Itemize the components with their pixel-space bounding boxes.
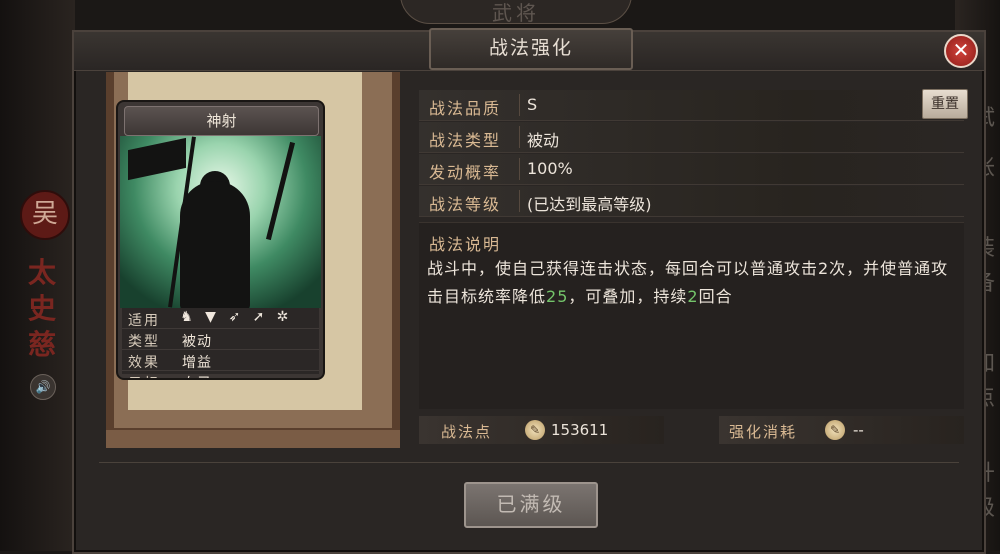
info-value: (已达到最高等级): [527, 195, 652, 214]
stat-label: 类型: [128, 334, 160, 350]
general-name: 太史慈: [27, 256, 56, 361]
info-separator: [519, 158, 520, 180]
wheel-icon: ✲: [276, 309, 289, 325]
stat-value: 被动: [182, 334, 212, 350]
info-separator: [519, 94, 520, 116]
info-label: 战法等级: [429, 195, 502, 214]
faction-seal: 吴: [20, 190, 70, 240]
coin-icon: ✎: [525, 420, 545, 440]
info-label: 战法类型: [429, 131, 502, 150]
reset-button[interactable]: 重置: [922, 89, 968, 119]
stat-label: 效果: [128, 355, 160, 371]
tactic-points-value: 153611: [551, 421, 609, 439]
enhance-cost-label: 强化消耗: [729, 423, 798, 441]
info-separator: [519, 190, 520, 212]
background-top-banner: 武将: [400, 0, 632, 25]
tactic-card-art: [120, 136, 321, 311]
bow-icon: ➶: [228, 309, 241, 325]
sword: [265, 141, 296, 241]
apply-icons: ♞ ▼ ➶ ➚ ✲: [178, 309, 291, 325]
stat-label: 适用: [128, 313, 160, 329]
info-separator: [519, 126, 520, 148]
close-icon: ✕: [952, 38, 970, 62]
info-row-quality: 战法品质 S: [419, 90, 964, 121]
description-highlight: 25: [546, 287, 569, 306]
stat-row-target: 目标 自己: [122, 371, 319, 378]
info-row-level: 战法等级 (已达到最高等级): [419, 186, 964, 217]
cavalry-icon: ♞: [180, 309, 193, 325]
enhance-cost-row: 强化消耗 ✎ --: [719, 416, 964, 444]
close-button[interactable]: ✕: [944, 34, 978, 68]
enhance-cost-value: --: [853, 421, 864, 439]
max-level-button[interactable]: 已满级: [464, 482, 598, 528]
info-value: S: [527, 95, 538, 114]
tactic-points-row: 战法点 ✎ 153611: [419, 416, 664, 444]
info-value: 100%: [527, 159, 573, 178]
stat-row-effect: 效果 增益: [122, 350, 319, 371]
dialog-title: 战法强化: [429, 28, 633, 70]
warrior-silhouette: [180, 181, 250, 311]
stat-row-type: 类型 被动: [122, 329, 319, 350]
description-text: 战斗中，使自己获得连击状态，每回合可以普通攻击2次，并使普通攻击目标统率降低25…: [427, 255, 949, 311]
description-box: 战法说明 战斗中，使自己获得连击状态，每回合可以普通攻击2次，并使普通攻击目标统…: [419, 222, 964, 409]
stat-label: 目标: [128, 373, 160, 378]
description-text-part: 回合: [698, 287, 733, 306]
divider: [99, 462, 959, 463]
description-highlight: 2: [687, 287, 699, 306]
tactic-points-label: 战法点: [441, 423, 493, 441]
info-value: 被动: [527, 131, 560, 150]
spear-icon: ➚: [252, 309, 265, 325]
tactic-card-stats: 适用 ♞ ▼ ➶ ➚ ✲ 类型 被动 效果 增益 目标 自己: [122, 308, 319, 378]
info-label: 发动概率: [429, 163, 502, 182]
stat-value: 自己: [182, 373, 212, 378]
info-row-type: 战法类型 被动: [419, 122, 964, 153]
shield-icon: ▼: [205, 309, 216, 325]
description-title: 战法说明: [429, 235, 502, 254]
tactic-card: 神射 适用 ♞ ▼ ➶ ➚ ✲ 类型 被动 效果 增益 目标: [116, 100, 325, 380]
flag: [128, 137, 186, 181]
background-top-text: 武将: [492, 1, 540, 25]
tactic-enhance-dialog: 战法强化 ✕ 神射 适用 ♞ ▼ ➶ ➚ ✲ 类型 被动 效果 增益 战法品质 …: [72, 28, 986, 554]
tactic-card-name: 神射: [124, 106, 319, 136]
stat-value: 增益: [182, 355, 212, 371]
coin-icon: ✎: [825, 420, 845, 440]
scroll-rod: [106, 428, 400, 448]
description-text-part: ，可叠加，持续: [568, 287, 688, 306]
stat-row-apply: 适用 ♞ ▼ ➶ ➚ ✲: [122, 308, 319, 329]
info-label: 战法品质: [429, 99, 502, 118]
info-row-rate: 发动概率 100%: [419, 154, 964, 185]
sound-icon[interactable]: 🔊: [30, 374, 56, 400]
